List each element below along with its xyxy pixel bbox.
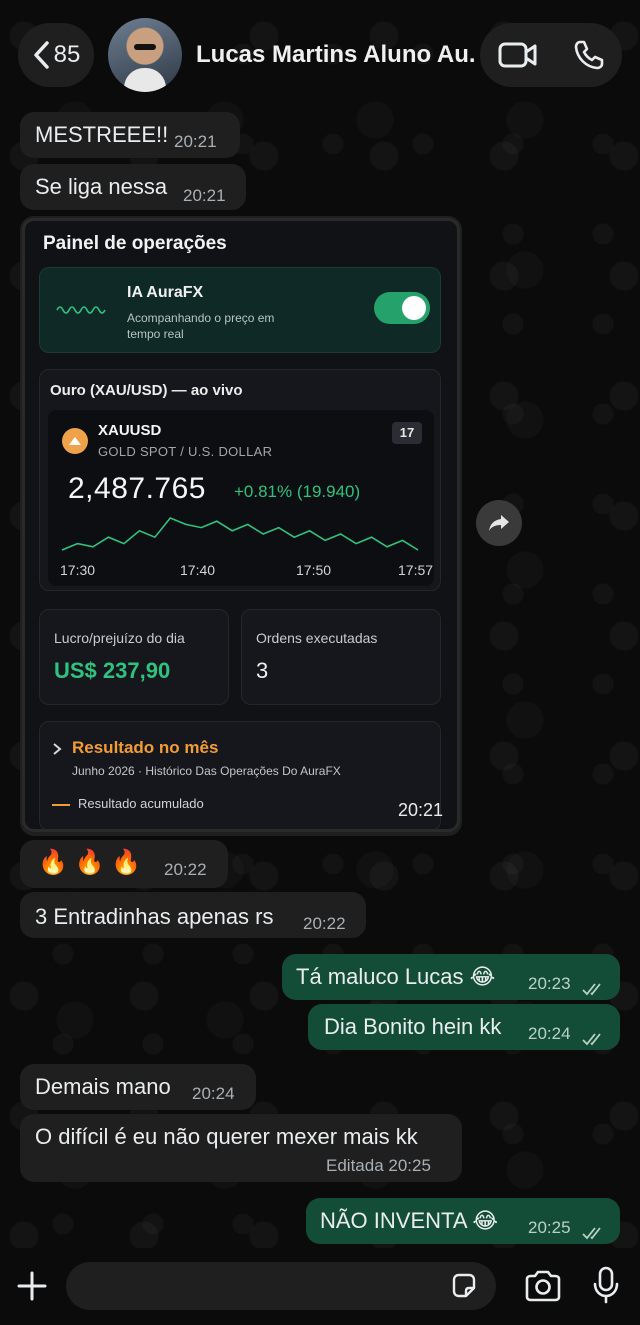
price-value: 2,487.765 [68,472,206,505]
read-receipt-icon [582,1026,606,1052]
x-tick-label: 17:50 [296,562,332,578]
contact-name[interactable]: Lucas Martins Aluno Au... [196,41,476,69]
sticker-icon[interactable] [450,1272,478,1300]
price-series-line [61,517,419,551]
panel-title: Painel de operações [43,233,227,254]
chevron-left-icon [32,40,50,70]
x-tick-label: 17:30 [60,562,96,578]
chevron-right-icon [52,742,62,756]
read-receipt-icon [582,1220,606,1246]
video-call-icon[interactable] [498,41,538,69]
forward-icon [487,513,511,533]
back-button[interactable]: 85 [18,23,94,87]
phone-icon[interactable] [573,39,605,71]
read-receipt-icon [582,976,606,1002]
message-bubble[interactable]: MESTREEE!! 20:21 [20,112,240,158]
message-text: Dia Bonito hein kk [324,1014,502,1039]
message-time: 20:22 [303,914,346,933]
message-time: 20:21 [174,132,217,151]
message-time: 20:23 [528,974,571,993]
orders-box: Ordens executadas 3 [241,609,441,705]
camera-icon[interactable] [524,1270,562,1302]
ia-title: IA AuraFX [127,284,204,301]
x-tick-label: 17:57 [398,562,434,578]
x-tick-label: 17:40 [180,562,216,578]
monthly-result-box: Resultado no mês Junho 2026 · Histórico … [39,721,441,829]
pnl-label: Lucro/prejuízo do dia [54,630,185,646]
message-time-edited: Editada 20:25 [326,1156,431,1175]
message-text: 🔥 🔥 🔥 [38,849,141,876]
month-title: Resultado no mês [72,738,219,757]
message-text: Demais mano [35,1074,171,1099]
gold-symbol-icon [62,428,88,454]
message-bubble[interactable]: Demais mano 20:24 [20,1064,256,1110]
message-bubble[interactable]: 3 Entradinhas apenas rs 20:22 [20,892,366,938]
price-widget: XAUUSD GOLD SPOT / U.S. DOLLAR 17 2,487.… [48,410,434,586]
mic-icon[interactable] [592,1266,620,1304]
forward-button[interactable] [476,500,522,546]
price-change: +0.81% (19.940) [234,482,361,501]
message-text: 3 Entradinhas apenas rs [35,904,274,929]
tradingview-logo: 17 [392,422,422,444]
pnl-box: Lucro/prejuízo do dia US$ 237,90 [39,609,229,705]
message-text: MESTREEE!! [35,122,169,147]
message-time: 20:21 [183,186,226,205]
message-bubble[interactable]: Tá maluco Lucas 😂 20:23 [282,954,620,1000]
message-time: 20:24 [528,1024,571,1043]
message-text: NÃO INVENTA 😂 [320,1208,499,1233]
symbol-description: GOLD SPOT / U.S. DOLLAR [98,444,273,459]
message-time: 20:24 [192,1084,235,1103]
pnl-value: US$ 237,90 [54,658,171,683]
orders-label: Ordens executadas [256,630,378,646]
call-actions [480,23,622,87]
ia-status-box: IA AuraFX Acompanhando o preço em tempo … [39,267,441,353]
gold-label: Ouro (XAU/USD) — ao vivo [50,382,243,399]
message-bubble[interactable]: 🔥 🔥 🔥 20:22 [20,840,228,888]
message-text: O difícil é eu não querer mexer mais kk [35,1124,418,1149]
month-subtitle: Junho 2026 · Histórico Das Operações Do … [72,764,341,778]
message-bubble[interactable]: Se liga nessa 20:21 [20,164,246,210]
message-time: 20:22 [164,860,207,879]
message-time: 20:25 [528,1218,571,1237]
message-input[interactable] [66,1262,496,1310]
orders-value: 3 [256,658,269,683]
chat-header: 85 Lucas Martins Aluno Au... [0,0,640,110]
message-text: Se liga nessa [35,174,168,199]
symbol-name: XAUUSD [98,422,162,439]
gold-price-box: Ouro (XAU/USD) — ao vivo XAUUSD GOLD SPO… [39,369,441,591]
composer-bar [0,1248,640,1325]
message-bubble[interactable]: NÃO INVENTA 😂 20:25 [306,1198,620,1244]
plus-icon[interactable] [16,1270,48,1302]
avatar[interactable] [108,18,182,92]
wave-icon [56,302,108,318]
legend-label: Resultado acumulado [78,796,204,811]
legend-line [52,804,70,806]
message-text: Tá maluco Lucas 😂 [296,964,496,989]
price-sparkline [61,517,419,551]
trading-panel-image[interactable]: Painel de operações IA AuraFX Acompanhan… [22,218,460,832]
ia-toggle[interactable] [374,292,430,324]
message-bubble[interactable]: Dia Bonito hein kk 20:24 [308,1004,620,1050]
message-bubble[interactable]: O difícil é eu não querer mexer mais kk … [20,1114,462,1182]
message-time: 20:21 [397,800,443,820]
ia-subtitle: Acompanhando o preço em tempo real [127,311,275,341]
unread-count: 85 [53,41,81,68]
